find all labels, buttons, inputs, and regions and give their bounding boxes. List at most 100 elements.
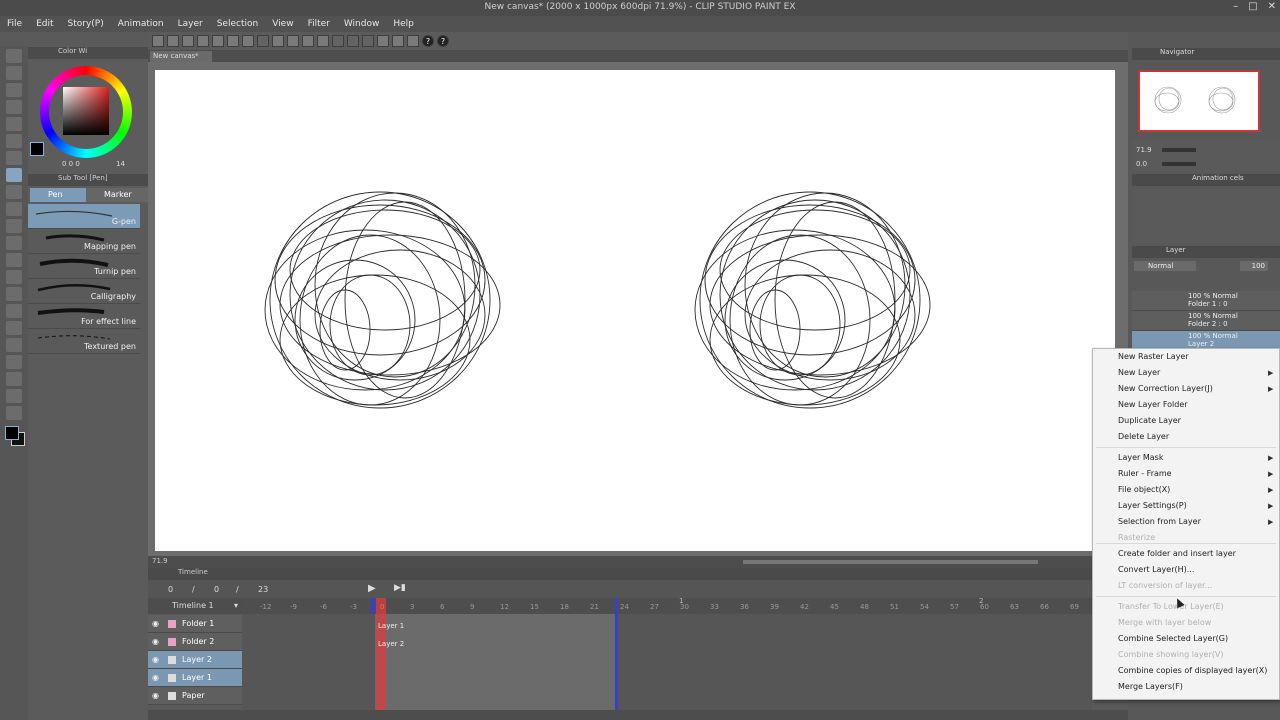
- move-layer-tool-icon[interactable]: [6, 100, 22, 114]
- start-marker[interactable]: [371, 598, 375, 614]
- clear-icon[interactable]: [287, 35, 299, 47]
- export-jpg-icon[interactable]: [227, 35, 239, 47]
- support-icon[interactable]: ?: [437, 35, 449, 47]
- figure-tool-icon[interactable]: [6, 321, 22, 335]
- timeline-frames[interactable]: [242, 598, 1092, 714]
- navigator-preview[interactable]: [1138, 70, 1260, 132]
- timeline-track-folder-2[interactable]: ◉ Folder 2: [148, 633, 242, 651]
- menu-item-combine-selected-layer-g[interactable]: Combine Selected Layer(G): [1118, 634, 1228, 643]
- menu-item-layer-mask[interactable]: Layer Mask: [1118, 453, 1163, 462]
- cel-label[interactable]: Layer 1: [378, 622, 404, 630]
- timeline-selector[interactable]: Timeline 1 ▾: [148, 598, 242, 614]
- menu-item-new-correction-layer-j[interactable]: New Correction Layer(J): [1118, 384, 1213, 393]
- transform-icon[interactable]: [272, 35, 284, 47]
- airbrush-tool-icon[interactable]: [6, 219, 22, 233]
- brush-calligraphy[interactable]: Calligraphy: [28, 279, 140, 304]
- save-icon[interactable]: [182, 35, 194, 47]
- brush-g-pen[interactable]: G-pen: [28, 204, 140, 229]
- navigator-tab[interactable]: Navigator: [1132, 48, 1280, 60]
- fill-icon[interactable]: [302, 35, 314, 47]
- menu-item-combine-copies-of-displayed-layer-x[interactable]: Combine copies of displayed layer(X): [1118, 666, 1267, 675]
- redo-icon[interactable]: [257, 35, 269, 47]
- menu-item-layer-settings-p[interactable]: Layer Settings(P): [1118, 501, 1187, 510]
- menu-item-new-layer-folder[interactable]: New Layer Folder: [1118, 400, 1188, 409]
- horizontal-scrollbar[interactable]: [743, 560, 1038, 564]
- menu-selection[interactable]: Selection: [210, 19, 265, 29]
- eye-icon[interactable]: ◉: [152, 633, 159, 651]
- menu-item-delete-layer[interactable]: Delete Layer: [1118, 432, 1169, 441]
- gradient-tool-icon[interactable]: [6, 304, 22, 318]
- eye-icon[interactable]: ◉: [152, 651, 159, 669]
- minimize-icon[interactable]: –: [1233, 1, 1238, 12]
- layer-opacity[interactable]: 100: [1240, 261, 1268, 271]
- frame-tool-icon[interactable]: [6, 338, 22, 352]
- menu-story[interactable]: Story(P): [61, 19, 111, 29]
- menu-help[interactable]: Help: [386, 19, 421, 29]
- fill-tool-icon[interactable]: [6, 287, 22, 301]
- crop-icon[interactable]: [317, 35, 329, 47]
- lasso-tool-icon[interactable]: [6, 66, 22, 80]
- menu-item-create-folder-and-insert-layer[interactable]: Create folder and insert layer: [1118, 549, 1236, 558]
- brush-tool-icon[interactable]: [6, 202, 22, 216]
- snap-grid-icon[interactable]: [407, 35, 419, 47]
- menu-filter[interactable]: Filter: [301, 19, 337, 29]
- pencil-tool-icon[interactable]: [6, 185, 22, 199]
- menu-item-new-raster-layer[interactable]: New Raster Layer: [1118, 352, 1189, 361]
- subtool-tab[interactable]: Sub Tool [Pen]: [28, 174, 148, 186]
- menu-layer[interactable]: Layer: [171, 19, 210, 29]
- timeline-track-paper[interactable]: ◉ Paper: [148, 687, 242, 705]
- brush-turnip-pen[interactable]: Turnip pen: [28, 254, 140, 279]
- menu-animation[interactable]: Animation: [111, 19, 171, 29]
- color-wheel-tab[interactable]: Color Wi: [28, 47, 148, 59]
- menu-item-merge-layers-f[interactable]: Merge Layers(F): [1118, 682, 1183, 691]
- current-color-swatch[interactable]: [30, 142, 44, 156]
- rotate-slider[interactable]: [1162, 162, 1196, 166]
- blend-tool-icon[interactable]: [6, 270, 22, 284]
- timeline-track-folder-1[interactable]: ◉ Folder 1: [148, 615, 242, 633]
- blend-mode-select[interactable]: Normal: [1134, 261, 1196, 271]
- brush-mapping-pen[interactable]: Mapping pen: [28, 229, 140, 254]
- eraser-tool-icon[interactable]: [6, 253, 22, 267]
- pen-tool-icon[interactable]: [6, 168, 22, 182]
- new-file-icon[interactable]: [152, 35, 164, 47]
- next-frame-icon[interactable]: ▶▮: [394, 583, 406, 593]
- help-icon[interactable]: ?: [422, 35, 434, 47]
- eyedropper-tool-icon[interactable]: [6, 151, 22, 165]
- group-marker[interactable]: Marker: [86, 188, 154, 202]
- layer-row-folder-2[interactable]: 100 % Normal Folder 2 : 0: [1132, 311, 1280, 331]
- ruler-tool-icon[interactable]: [6, 355, 22, 369]
- zoom-slider[interactable]: [1162, 148, 1196, 152]
- text-tool-icon[interactable]: [6, 372, 22, 386]
- export-png-icon[interactable]: [212, 35, 224, 47]
- cel-label[interactable]: Layer 2: [378, 640, 404, 648]
- menu-item-convert-layer-h[interactable]: Convert Layer(H)...: [1118, 565, 1194, 574]
- selection-border-icon[interactable]: [362, 35, 374, 47]
- menu-item-duplicate-layer[interactable]: Duplicate Layer: [1118, 416, 1181, 425]
- decoration-tool-icon[interactable]: [6, 236, 22, 250]
- export-icon[interactable]: [197, 35, 209, 47]
- saturation-value-square[interactable]: [63, 87, 109, 135]
- eye-icon[interactable]: ◉: [152, 669, 159, 687]
- invert-selection-icon[interactable]: [347, 35, 359, 47]
- maximize-icon[interactable]: □: [1248, 1, 1257, 12]
- document-tab[interactable]: New canvas*: [150, 51, 212, 62]
- timeline-track-layer-2[interactable]: ◉ Layer 2: [148, 651, 242, 669]
- drawing-canvas[interactable]: [155, 70, 1115, 551]
- brush-effect-line[interactable]: For effect line: [28, 304, 140, 329]
- playhead[interactable]: [376, 598, 386, 710]
- menu-item-selection-from-layer[interactable]: Selection from Layer: [1118, 517, 1201, 526]
- auto-select-tool-icon[interactable]: [6, 134, 22, 148]
- menu-edit[interactable]: Edit: [29, 19, 60, 29]
- deselect-icon[interactable]: [332, 35, 344, 47]
- menu-item-ruler-frame[interactable]: Ruler - Frame: [1118, 469, 1172, 478]
- correct-line-tool-icon[interactable]: [6, 406, 22, 420]
- main-color-swatch[interactable]: [5, 426, 19, 440]
- end-marker[interactable]: [615, 598, 618, 710]
- operation-tool-icon[interactable]: [6, 83, 22, 97]
- menu-item-file-object-x[interactable]: File object(X): [1118, 485, 1170, 494]
- layer-tab[interactable]: Layer: [1132, 246, 1280, 258]
- animation-cels-tab[interactable]: Animation cels: [1132, 174, 1280, 186]
- menu-window[interactable]: Window: [337, 19, 387, 29]
- snap-special-ruler-icon[interactable]: [392, 35, 404, 47]
- open-file-icon[interactable]: [167, 35, 179, 47]
